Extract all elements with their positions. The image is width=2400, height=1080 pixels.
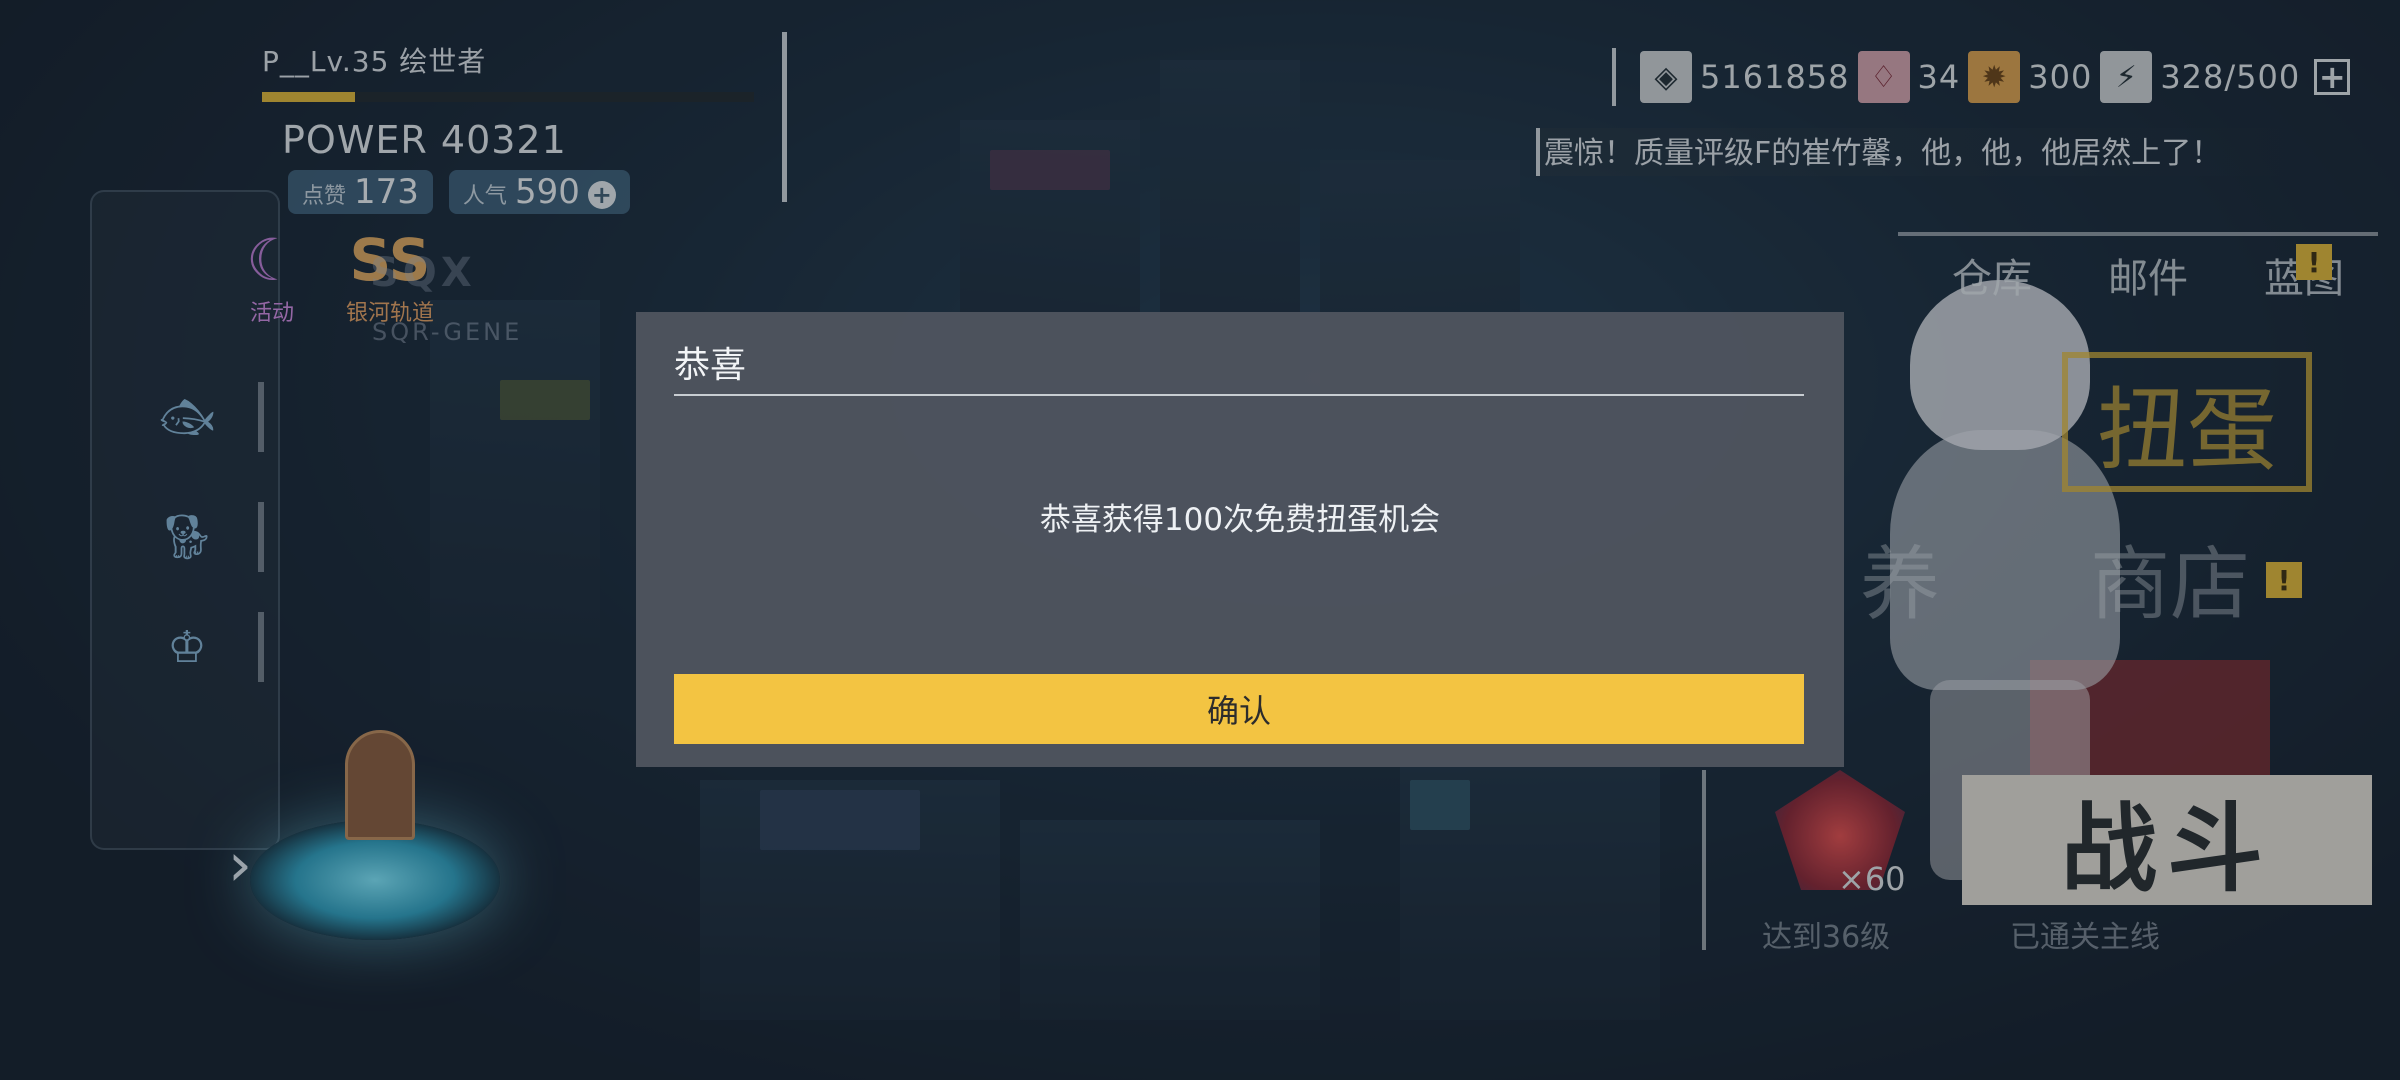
confirm-button[interactable]: 确认 [674,674,1804,744]
dialog-divider [674,394,1804,396]
dialog-message: 恭喜获得100次免费扭蛋机会 [1039,502,1441,538]
dialog-title: 恭喜 [674,345,747,386]
congrats-dialog: 恭喜 恭喜获得100次免费扭蛋机会 确认 [636,312,1844,767]
